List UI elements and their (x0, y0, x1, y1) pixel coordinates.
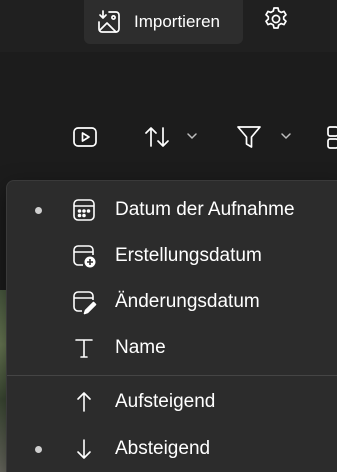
menu-item-label: Erstellungsdatum (115, 245, 262, 266)
menu-item-label: Aufsteigend (115, 391, 216, 412)
menu-item-ascending[interactable]: Aufsteigend (7, 379, 337, 425)
top-bar: Importieren (0, 0, 337, 52)
view-options-icon[interactable] (325, 125, 337, 149)
menu-divider (7, 375, 337, 376)
import-button[interactable]: Importieren (84, 0, 243, 44)
menu-item-label: Datum der Aufnahme (115, 199, 295, 220)
sort-arrows-icon[interactable] (143, 124, 171, 150)
menu-item-name[interactable]: Name (7, 325, 337, 371)
play-icon[interactable] (72, 124, 98, 150)
menu-item-label: Änderungsdatum (115, 291, 260, 312)
menu-item-date-taken[interactable]: Datum der Aufnahme (7, 187, 337, 233)
selected-dot-icon (35, 206, 42, 214)
menu-item-label: Absteigend (115, 438, 211, 459)
sort-menu: Datum der Aufnahme Erstellungsdatum Ände… (6, 180, 337, 472)
gear-icon[interactable] (262, 5, 290, 33)
chevron-down-icon[interactable] (186, 131, 198, 141)
text-t-icon (75, 339, 93, 358)
menu-item-label: Name (115, 337, 166, 358)
filter-funnel-icon[interactable] (235, 123, 263, 151)
menu-item-modified-date[interactable]: Änderungsdatum (7, 279, 337, 325)
import-label: Importieren (134, 12, 220, 31)
chevron-down-icon[interactable] (280, 131, 292, 141)
menu-item-creation-date[interactable]: Erstellungsdatum (7, 233, 337, 279)
menu-item-descending[interactable]: Absteigend (7, 426, 337, 472)
selected-dot-icon (35, 445, 42, 453)
calendar-icon (73, 199, 95, 221)
calendar-edit-icon (73, 291, 97, 315)
arrow-down-icon (77, 439, 91, 459)
import-photo-icon (98, 10, 120, 33)
calendar-add-icon (73, 245, 96, 268)
arrow-up-icon (77, 392, 91, 412)
